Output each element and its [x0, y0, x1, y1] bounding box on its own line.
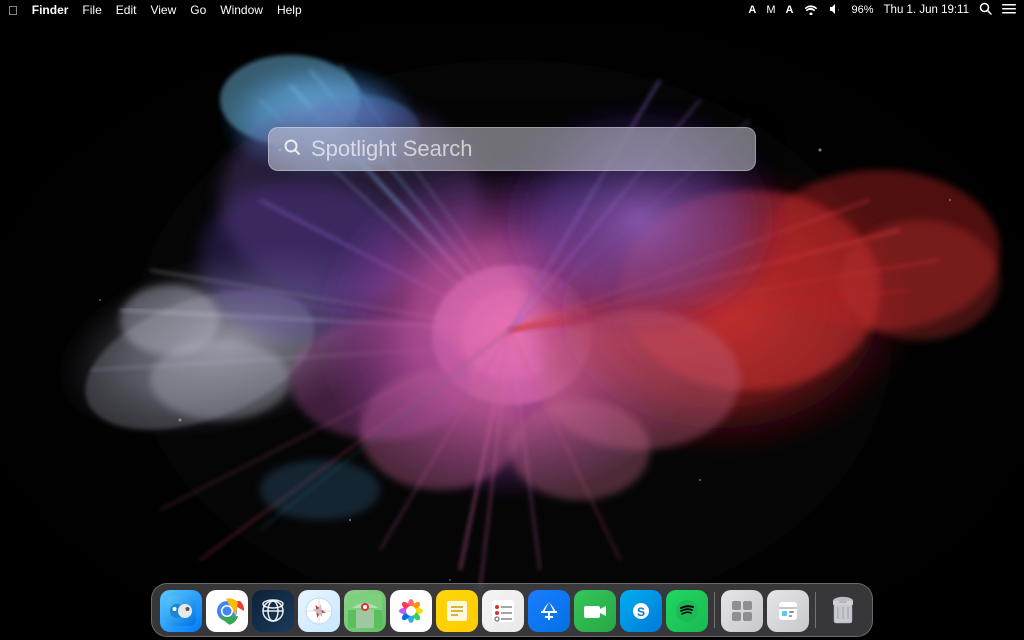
search-menubar-icon[interactable]	[979, 2, 992, 18]
dock-app-maps[interactable]	[344, 590, 386, 632]
dock-app-finder[interactable]	[160, 590, 202, 632]
battery-status: 96%	[852, 4, 874, 16]
spotlight-container	[268, 127, 756, 171]
dock-app-launchpad[interactable]	[252, 590, 294, 632]
menubar:  Finder File Edit View Go Window Help A…	[0, 0, 1024, 20]
datetime: Thu 1. Jun 19:11	[884, 4, 969, 16]
dock-app-chrome[interactable]	[206, 590, 248, 632]
desktop:  Finder File Edit View Go Window Help A…	[0, 0, 1024, 640]
spotlight-input[interactable]	[311, 136, 741, 162]
wifi-icon[interactable]	[804, 3, 818, 18]
menubar-left:  Finder File Edit View Go Window Help	[8, 3, 302, 18]
dock-app-appstore[interactable]	[528, 590, 570, 632]
menu-list-icon[interactable]	[1002, 3, 1016, 18]
dock-app-photos[interactable]	[390, 590, 432, 632]
menu-help[interactable]: Help	[277, 3, 302, 17]
dock-app-skype[interactable]: S	[620, 590, 662, 632]
wallpaper	[0, 0, 1024, 640]
menu-view[interactable]: View	[150, 3, 176, 17]
dock-separator	[714, 592, 715, 628]
apple-menu[interactable]: 	[8, 3, 18, 18]
dock-app-safari[interactable]	[298, 590, 340, 632]
spotlight-search-icon	[283, 138, 301, 161]
dock-app-2[interactable]	[767, 590, 809, 632]
volume-icon[interactable]	[828, 3, 842, 18]
menubar-right: A M A 96% Thu 1. Jun 19:11	[748, 2, 1016, 18]
dock-app-spotify[interactable]	[666, 590, 708, 632]
dock-app-notes[interactable]	[436, 590, 478, 632]
menu-window[interactable]: Window	[220, 3, 263, 17]
app-name[interactable]: Finder	[32, 3, 69, 17]
menu-edit[interactable]: Edit	[116, 3, 137, 17]
dock-container: S	[151, 583, 873, 637]
dock: S	[151, 583, 873, 637]
dock-separator-2	[815, 592, 816, 628]
status-icon-M[interactable]: M	[766, 4, 775, 16]
status-icon-A2[interactable]: A	[786, 4, 794, 16]
dock-app-1[interactable]	[721, 590, 763, 632]
spotlight-box[interactable]	[268, 127, 756, 171]
dock-app-trash[interactable]	[822, 590, 864, 632]
svg-text:S: S	[637, 605, 645, 619]
menu-go[interactable]: Go	[190, 3, 206, 17]
menu-file[interactable]: File	[82, 3, 101, 17]
dock-app-facetime[interactable]	[574, 590, 616, 632]
status-icon-A1[interactable]: A	[748, 4, 756, 16]
dock-app-reminders[interactable]	[482, 590, 524, 632]
